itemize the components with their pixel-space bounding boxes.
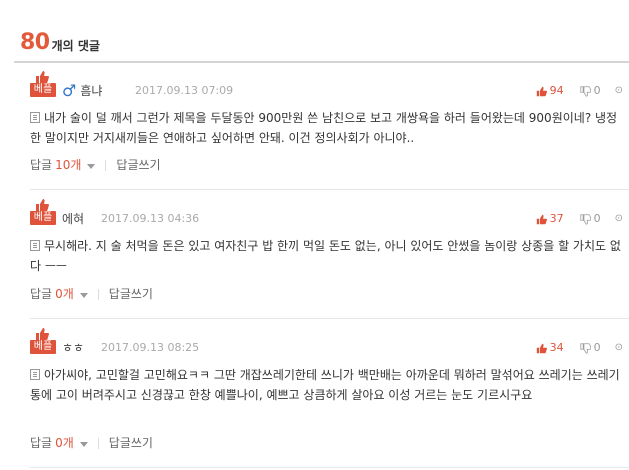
downvote-button[interactable]: 0 xyxy=(580,83,601,99)
thumbs-up-icon xyxy=(36,199,49,211)
reply-label: 답글 xyxy=(30,287,53,301)
downvote-count: 0 xyxy=(593,341,601,354)
best-label: 베플 xyxy=(30,340,56,354)
separator xyxy=(97,437,99,449)
reply-label: 답글 xyxy=(30,436,53,450)
comment-body: 무시해라. 지 술 처먹을 돈은 있고 여자친구 밥 한끼 먹일 돈도 없는, … xyxy=(30,239,621,273)
comment-author[interactable]: 에혀 xyxy=(62,211,84,227)
author-nick: 흠냐 xyxy=(80,84,103,98)
comment-body: 아가씨야, 고민할걸 고민해요ㅋㅋ 그딴 개잡쓰레기한테 쓰니가 백만배는 아까… xyxy=(30,368,620,402)
upvote-button[interactable]: 94 xyxy=(536,83,564,99)
divider xyxy=(30,318,629,319)
best-comment-badge: 베플 xyxy=(30,71,56,99)
reply-label: 답글 xyxy=(30,158,53,172)
comment-footer: 답글 0개 답글쓰기 xyxy=(30,435,153,451)
more-options-icon[interactable]: ⊙ xyxy=(615,83,623,99)
thumbs-down-icon xyxy=(580,85,591,97)
downvote-button[interactable]: 0 xyxy=(580,211,601,227)
best-label: 베플 xyxy=(30,211,56,225)
downvote-button[interactable]: 0 xyxy=(580,340,601,356)
upvote-count: 34 xyxy=(549,341,564,354)
reply-count: 0개 xyxy=(55,287,74,301)
comment-count-label: 개의 댓글 xyxy=(51,39,100,53)
comment-date: 2017.09.13 08:25 xyxy=(101,341,200,354)
comment-list: 베플 ♂ 흠냐 2017.09.13 07:09 94 0 ⊙ 내가 술이 덜 … xyxy=(14,61,629,468)
comment-body: 내가 술이 덜 깨서 그런가 제목을 두달동안 900만원 쓴 남친으로 보고 … xyxy=(30,111,618,145)
write-reply-button[interactable]: 답글쓰기 xyxy=(116,157,160,173)
chevron-down-icon[interactable] xyxy=(79,441,88,447)
vote-area: 37 0 ⊙ xyxy=(536,211,623,227)
comment-text: 내가 술이 덜 깨서 그런가 제목을 두달동안 900만원 쓴 남친으로 보고 … xyxy=(30,108,622,148)
upvote-count: 37 xyxy=(549,212,564,225)
reply-toggle[interactable]: 답글 10개 xyxy=(30,157,81,173)
vote-area: 34 0 ⊙ xyxy=(536,340,623,356)
thumbs-up-icon xyxy=(36,71,49,83)
comment-date: 2017.09.13 04:36 xyxy=(101,212,200,225)
divider xyxy=(30,467,629,468)
thumbs-up-icon xyxy=(36,328,49,340)
comment-author[interactable]: ♂ 흠냐 xyxy=(62,83,102,99)
comment-author[interactable]: ㅎㅎ xyxy=(62,340,84,356)
thumbs-up-icon xyxy=(536,214,547,224)
document-icon xyxy=(30,369,40,380)
male-icon: ♂ xyxy=(62,81,77,100)
vote-area: 94 0 ⊙ xyxy=(536,83,623,99)
separator xyxy=(105,159,107,171)
write-reply-button[interactable]: 답글쓰기 xyxy=(109,286,153,302)
comment-date: 2017.09.13 07:09 xyxy=(135,84,234,97)
chevron-down-icon[interactable] xyxy=(79,292,88,298)
thumbs-up-icon xyxy=(536,86,547,96)
reply-count: 10개 xyxy=(55,158,82,172)
write-reply-button[interactable]: 답글쓰기 xyxy=(109,435,153,451)
more-options-icon[interactable]: ⊙ xyxy=(615,340,623,356)
document-icon xyxy=(30,240,40,251)
best-label: 베플 xyxy=(30,83,56,97)
author-nick: ㅎㅎ xyxy=(62,341,85,355)
separator xyxy=(97,288,99,300)
downvote-count: 0 xyxy=(593,212,601,225)
thumbs-down-icon xyxy=(580,342,591,354)
thumbs-down-icon xyxy=(580,213,591,225)
comment-footer: 답글 0개 답글쓰기 xyxy=(30,286,153,302)
comment-footer: 답글 10개 답글쓰기 xyxy=(30,157,161,173)
comment-text: 무시해라. 지 술 처먹을 돈은 있고 여자친구 밥 한끼 먹일 돈도 없는, … xyxy=(30,236,622,276)
more-options-icon[interactable]: ⊙ xyxy=(615,211,623,227)
upvote-button[interactable]: 37 xyxy=(536,211,564,227)
document-icon xyxy=(30,112,40,123)
comment-text: 아가씨야, 고민할걸 고민해요ㅋㅋ 그딴 개잡쓰레기한테 쓰니가 백만배는 아까… xyxy=(30,365,622,405)
thumbs-up-icon xyxy=(536,343,547,353)
comments-header: 80 개의 댓글 xyxy=(20,26,100,56)
upvote-button[interactable]: 34 xyxy=(536,340,564,356)
reply-toggle[interactable]: 답글 0개 xyxy=(30,435,74,451)
upvote-count: 94 xyxy=(549,84,564,97)
reply-count: 0개 xyxy=(55,436,74,450)
downvote-count: 0 xyxy=(593,84,601,97)
divider xyxy=(30,189,629,190)
best-comment-badge: 베플 xyxy=(30,199,56,227)
comment-count: 80 xyxy=(20,30,50,55)
author-nick: 에혀 xyxy=(62,212,85,226)
chevron-down-icon[interactable] xyxy=(87,163,96,169)
reply-toggle[interactable]: 답글 0개 xyxy=(30,286,74,302)
best-comment-badge: 베플 xyxy=(30,328,56,356)
